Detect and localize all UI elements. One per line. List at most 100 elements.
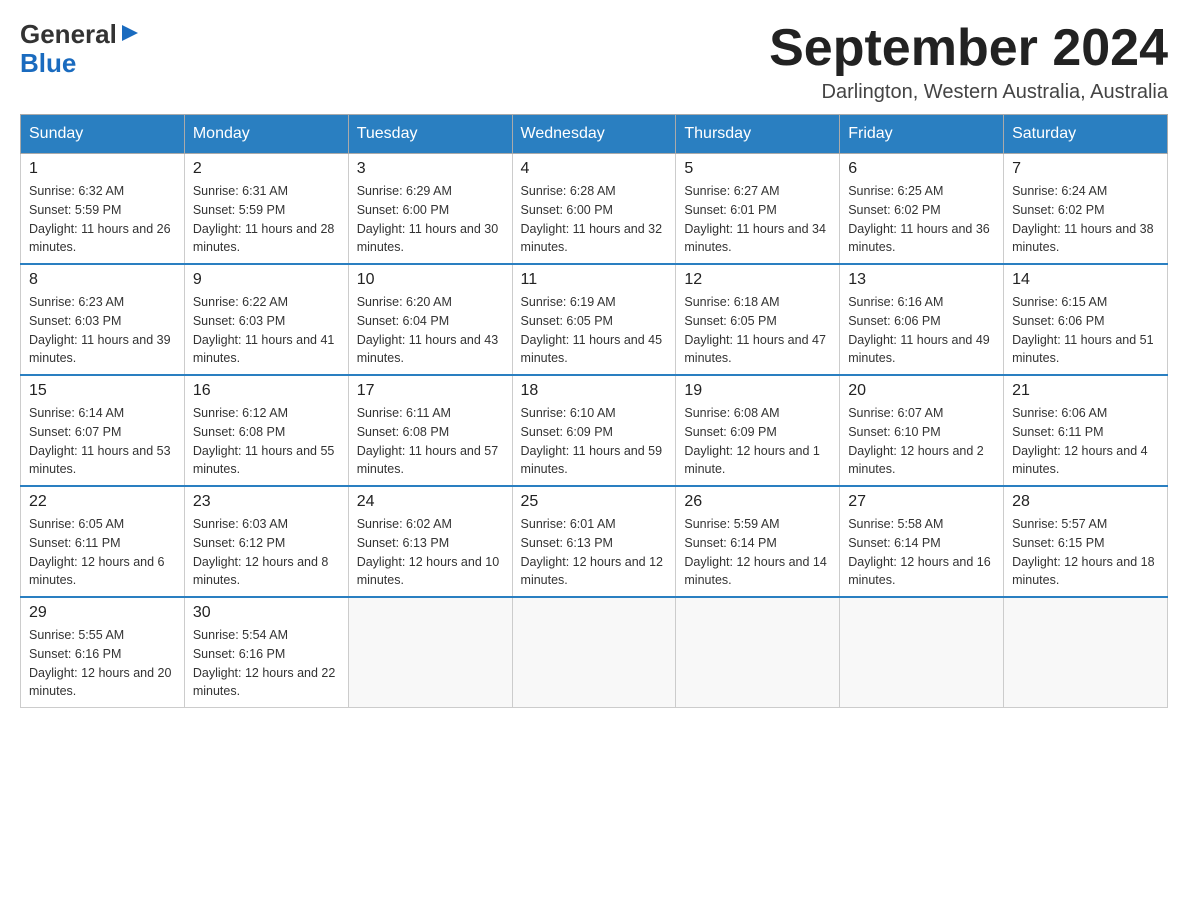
table-row: 9Sunrise: 6:22 AMSunset: 6:03 PMDaylight… — [184, 264, 348, 375]
day-info: Sunrise: 6:28 AMSunset: 6:00 PMDaylight:… — [521, 182, 668, 257]
table-row: 18 Sunrise: 6:10 AMSunset: 6:09 PMDayligh… — [512, 375, 676, 486]
day-info: Sunrise: 5:55 AMSunset: 6:16 PMDaylight:… — [29, 626, 176, 701]
calendar-week-row: 29 Sunrise: 5:55 AMSunset: 6:16 PMDayligh… — [21, 597, 1168, 708]
col-friday: Friday — [840, 115, 1004, 154]
day-info: Sunrise: 5:59 AMSunset: 6:14 PMDaylight:… — [684, 515, 831, 590]
day-info: Sunrise: 6:24 AMSunset: 6:02 PMDaylight:… — [1012, 182, 1159, 257]
table-row — [840, 597, 1004, 708]
calendar-week-row: 15 Sunrise: 6:14 AMSunset: 6:07 PMDayligh… — [21, 375, 1168, 486]
table-row — [1004, 597, 1168, 708]
table-row: 12Sunrise: 6:18 AMSunset: 6:05 PMDayligh… — [676, 264, 840, 375]
table-row — [512, 597, 676, 708]
day-info: Sunrise: 6:31 AMSunset: 5:59 PMDaylight:… — [193, 182, 340, 257]
day-number: 29 — [29, 604, 176, 622]
day-number: 21 — [1012, 382, 1159, 400]
table-row: 17 Sunrise: 6:11 AMSunset: 6:08 PMDayligh… — [348, 375, 512, 486]
day-info: Sunrise: 6:14 AMSunset: 6:07 PMDaylight:… — [29, 404, 176, 479]
day-info: Sunrise: 6:12 AMSunset: 6:08 PMDaylight:… — [193, 404, 340, 479]
table-row: 21 Sunrise: 6:06 AMSunset: 6:11 PMDayligh… — [1004, 375, 1168, 486]
day-info: Sunrise: 6:07 AMSunset: 6:10 PMDaylight:… — [848, 404, 995, 479]
table-row: 26 Sunrise: 5:59 AMSunset: 6:14 PMDayligh… — [676, 486, 840, 597]
table-row: 14Sunrise: 6:15 AMSunset: 6:06 PMDayligh… — [1004, 264, 1168, 375]
day-info: Sunrise: 6:06 AMSunset: 6:11 PMDaylight:… — [1012, 404, 1159, 479]
table-row — [676, 597, 840, 708]
day-number: 4 — [521, 160, 668, 178]
table-row: 10 Sunrise: 6:20 AMSunset: 6:04 PMDayligh… — [348, 264, 512, 375]
calendar-week-row: 8Sunrise: 6:23 AMSunset: 6:03 PMDaylight… — [21, 264, 1168, 375]
day-info: Sunrise: 6:23 AMSunset: 6:03 PMDaylight:… — [29, 293, 176, 368]
day-number: 15 — [29, 382, 176, 400]
day-number: 25 — [521, 493, 668, 511]
day-info: Sunrise: 6:27 AMSunset: 6:01 PMDaylight:… — [684, 182, 831, 257]
table-row: 13 Sunrise: 6:16 AMSunset: 6:06 PMDayligh… — [840, 264, 1004, 375]
day-number: 16 — [193, 382, 340, 400]
day-info: Sunrise: 6:08 AMSunset: 6:09 PMDaylight:… — [684, 404, 831, 479]
table-row: 24Sunrise: 6:02 AMSunset: 6:13 PMDayligh… — [348, 486, 512, 597]
logo-general: General — [20, 20, 117, 49]
day-number: 13 — [848, 271, 995, 289]
day-info: Sunrise: 6:25 AMSunset: 6:02 PMDaylight:… — [848, 182, 995, 257]
col-wednesday: Wednesday — [512, 115, 676, 154]
table-row: 15 Sunrise: 6:14 AMSunset: 6:07 PMDayligh… — [21, 375, 185, 486]
day-info: Sunrise: 6:11 AMSunset: 6:08 PMDaylight:… — [357, 404, 504, 479]
day-number: 9 — [193, 271, 340, 289]
day-info: Sunrise: 6:15 AMSunset: 6:06 PMDaylight:… — [1012, 293, 1159, 368]
table-row: 23 Sunrise: 6:03 AMSunset: 6:12 PMDayligh… — [184, 486, 348, 597]
table-row: 20 Sunrise: 6:07 AMSunset: 6:10 PMDayligh… — [840, 375, 1004, 486]
month-title: September 2024 — [769, 20, 1168, 77]
day-info: Sunrise: 5:58 AMSunset: 6:14 PMDaylight:… — [848, 515, 995, 590]
table-row: 6Sunrise: 6:25 AMSunset: 6:02 PMDaylight… — [840, 154, 1004, 265]
day-info: Sunrise: 6:19 AMSunset: 6:05 PMDaylight:… — [521, 293, 668, 368]
day-number: 28 — [1012, 493, 1159, 511]
calendar-header-row: Sunday Monday Tuesday Wednesday Thursday… — [21, 115, 1168, 154]
table-row: 4 Sunrise: 6:28 AMSunset: 6:00 PMDaylight… — [512, 154, 676, 265]
day-number: 12 — [684, 271, 831, 289]
day-info: Sunrise: 5:54 AMSunset: 6:16 PMDaylight:… — [193, 626, 340, 701]
day-number: 20 — [848, 382, 995, 400]
calendar-table: Sunday Monday Tuesday Wednesday Thursday… — [20, 114, 1168, 708]
page-header: General Blue September 2024 Darlington, … — [20, 20, 1168, 104]
day-number: 22 — [29, 493, 176, 511]
day-info: Sunrise: 6:32 AMSunset: 5:59 PMDaylight:… — [29, 182, 176, 257]
table-row: 22 Sunrise: 6:05 AMSunset: 6:11 PMDayligh… — [21, 486, 185, 597]
table-row: 7 Sunrise: 6:24 AMSunset: 6:02 PMDaylight… — [1004, 154, 1168, 265]
table-row: 30 Sunrise: 5:54 AMSunset: 6:16 PMDayligh… — [184, 597, 348, 708]
day-number: 17 — [357, 382, 504, 400]
day-info: Sunrise: 6:16 AMSunset: 6:06 PMDaylight:… — [848, 293, 995, 368]
col-sunday: Sunday — [21, 115, 185, 154]
table-row: 2 Sunrise: 6:31 AMSunset: 5:59 PMDaylight… — [184, 154, 348, 265]
calendar-week-row: 1 Sunrise: 6:32 AMSunset: 5:59 PMDaylight… — [21, 154, 1168, 265]
table-row: 27 Sunrise: 5:58 AMSunset: 6:14 PMDayligh… — [840, 486, 1004, 597]
table-row — [348, 597, 512, 708]
day-number: 11 — [521, 271, 668, 289]
day-info: Sunrise: 5:57 AMSunset: 6:15 PMDaylight:… — [1012, 515, 1159, 590]
table-row: 3Sunrise: 6:29 AMSunset: 6:00 PMDaylight… — [348, 154, 512, 265]
day-number: 10 — [357, 271, 504, 289]
logo-arrow-icon — [120, 23, 140, 43]
day-number: 23 — [193, 493, 340, 511]
day-info: Sunrise: 6:01 AMSunset: 6:13 PMDaylight:… — [521, 515, 668, 590]
day-number: 18 — [521, 382, 668, 400]
day-number: 30 — [193, 604, 340, 622]
day-number: 26 — [684, 493, 831, 511]
day-number: 27 — [848, 493, 995, 511]
col-monday: Monday — [184, 115, 348, 154]
day-number: 1 — [29, 160, 176, 178]
day-number: 3 — [357, 160, 504, 178]
table-row: 16 Sunrise: 6:12 AMSunset: 6:08 PMDayligh… — [184, 375, 348, 486]
title-section: September 2024 Darlington, Western Austr… — [769, 20, 1168, 104]
location: Darlington, Western Australia, Australia — [769, 81, 1168, 104]
table-row: 1 Sunrise: 6:32 AMSunset: 5:59 PMDaylight… — [21, 154, 185, 265]
day-number: 24 — [357, 493, 504, 511]
col-saturday: Saturday — [1004, 115, 1168, 154]
day-info: Sunrise: 6:05 AMSunset: 6:11 PMDaylight:… — [29, 515, 176, 590]
day-info: Sunrise: 6:03 AMSunset: 6:12 PMDaylight:… — [193, 515, 340, 590]
day-number: 2 — [193, 160, 340, 178]
logo-blue: Blue — [20, 49, 140, 78]
day-number: 7 — [1012, 160, 1159, 178]
table-row: 5Sunrise: 6:27 AMSunset: 6:01 PMDaylight… — [676, 154, 840, 265]
table-row: 19Sunrise: 6:08 AMSunset: 6:09 PMDayligh… — [676, 375, 840, 486]
day-info: Sunrise: 6:10 AMSunset: 6:09 PMDaylight:… — [521, 404, 668, 479]
day-info: Sunrise: 6:20 AMSunset: 6:04 PMDaylight:… — [357, 293, 504, 368]
calendar-week-row: 22 Sunrise: 6:05 AMSunset: 6:11 PMDayligh… — [21, 486, 1168, 597]
